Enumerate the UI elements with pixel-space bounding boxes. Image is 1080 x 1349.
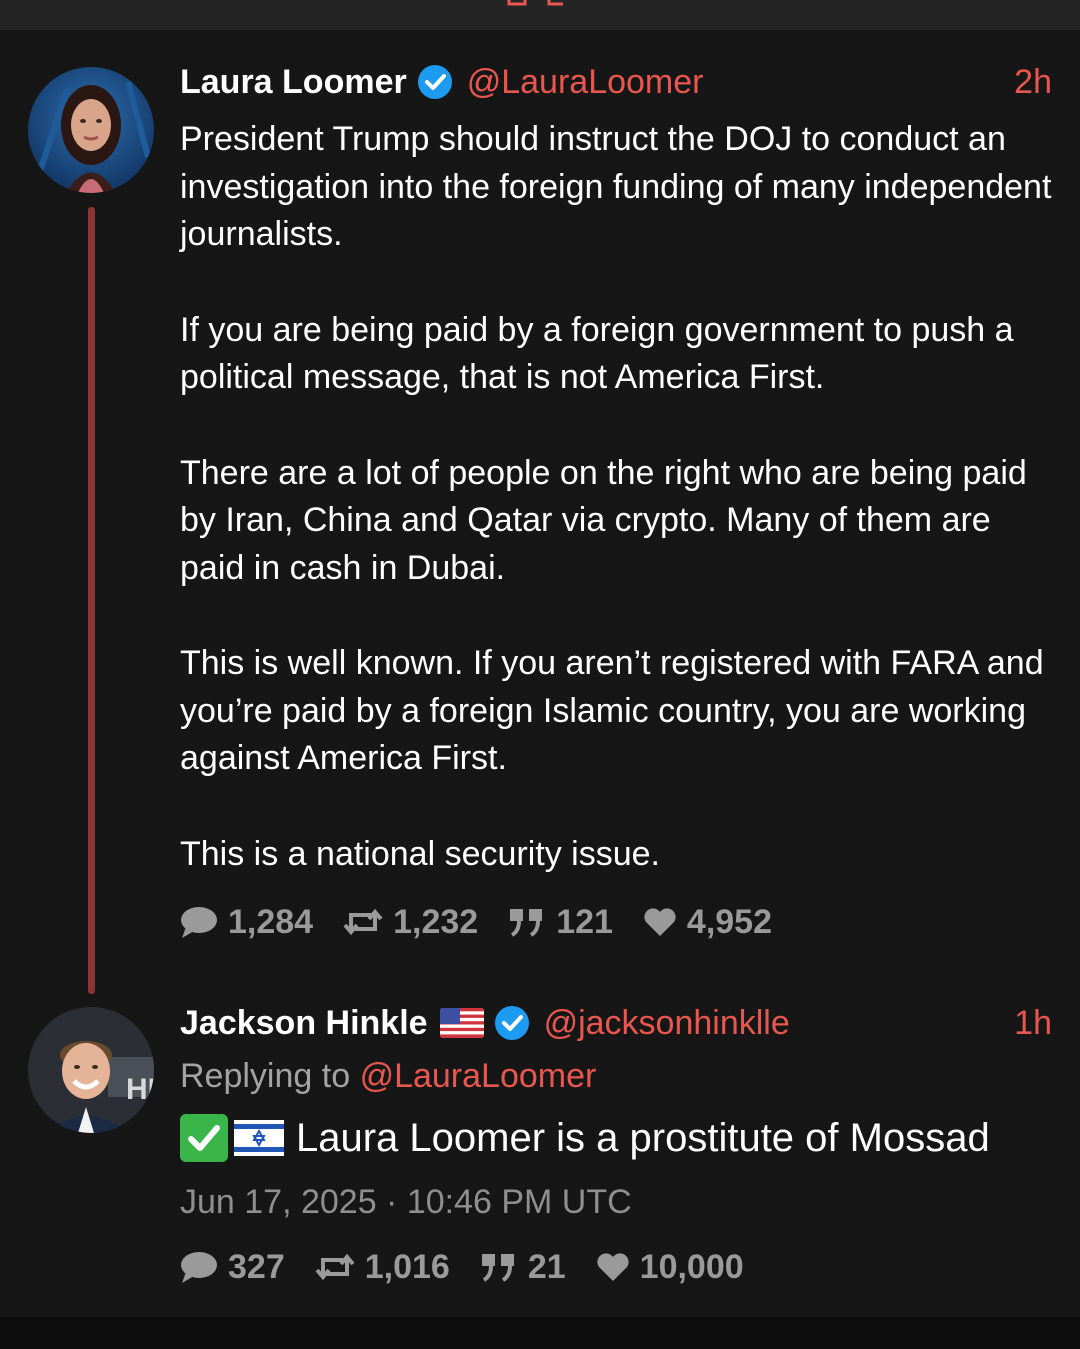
thread-connector-line [88, 207, 95, 994]
tweet2-body: Laura Loomer is a prostitute of Mossad [180, 1112, 990, 1164]
avatar-jackson-hinkle[interactable]: HB [28, 1007, 154, 1133]
quote-icon [481, 1254, 514, 1282]
like-count-value: 4,952 [686, 902, 773, 941]
verified-badge-icon [494, 1006, 529, 1040]
israel-flag-emoji [234, 1120, 284, 1156]
heart-icon [597, 1253, 629, 1281]
verified-badge-icon [417, 65, 452, 99]
replying-prefix: Replying to [180, 1057, 351, 1095]
partial-icon [507, 0, 563, 6]
like-count[interactable]: 4,952 [643, 903, 772, 942]
retweet-icon [343, 908, 383, 936]
reply-count-value: 327 [228, 1247, 285, 1286]
quote-count[interactable]: 21 [480, 1248, 566, 1287]
tweet2-header: Jackson Hinkle @jacksonhinklle [180, 1001, 790, 1045]
comment-bubble-icon [181, 907, 217, 938]
author-handle[interactable]: @LauraLoomer [467, 63, 704, 102]
retweet-count-value: 1,016 [364, 1247, 450, 1286]
bottom-bar [0, 1317, 1080, 1349]
quote-count[interactable]: 121 [508, 903, 613, 942]
tweet2-stats: 327 1,016 21 10,000 [180, 1245, 774, 1289]
tweet-paragraph: This is well known. If you aren’t regist… [180, 644, 1044, 777]
tweet-datetime[interactable]: Jun 17, 2025 · 10:46 PM UTC [180, 1180, 632, 1224]
tweet-time[interactable]: 2h [1014, 60, 1052, 104]
author-name[interactable]: Jackson Hinkle [180, 1004, 428, 1043]
tweet-paragraph: If you are being paid by a foreign gover… [180, 310, 1014, 397]
tweet-time[interactable]: 1h [1014, 1001, 1052, 1045]
replying-handle-link[interactable]: @LauraLoomer [360, 1057, 597, 1095]
tweet-paragraph: There are a lot of people on the right w… [180, 453, 1027, 587]
tweet-paragraph: President Trump should instruct the DOJ … [180, 120, 1052, 253]
quote-count-value: 21 [527, 1247, 566, 1286]
quote-count-value: 121 [556, 902, 613, 941]
retweet-icon [315, 1253, 355, 1281]
tweet1-stats: 1,284 1,232 121 4,952 [180, 900, 802, 944]
quote-icon [510, 909, 543, 937]
check-mark-emoji [180, 1114, 228, 1162]
tweet1-header: Laura Loomer @LauraLoomer [180, 60, 703, 104]
us-flag-emoji [439, 1008, 484, 1038]
reply-count[interactable]: 1,284 [180, 903, 313, 942]
author-name[interactable]: Laura Loomer [180, 63, 407, 102]
retweet-count-value: 1,232 [393, 902, 479, 941]
reply-count-value: 1,284 [228, 902, 314, 941]
author-handle[interactable]: @jacksonhinklle [544, 1004, 790, 1043]
tweet1-body: President Trump should instruct the DOJ … [180, 116, 1060, 878]
tweet-paragraph: This is a national security issue. [180, 834, 660, 873]
comment-bubble-icon [181, 1252, 217, 1283]
like-count[interactable]: 10,000 [596, 1248, 744, 1287]
retweet-count[interactable]: 1,016 [315, 1248, 450, 1287]
avatar-laura-loomer[interactable] [28, 67, 154, 193]
heart-icon [644, 908, 676, 936]
replying-to: Replying to @LauraLoomer [180, 1054, 596, 1098]
retweet-count[interactable]: 1,232 [343, 903, 478, 942]
like-count-value: 10,000 [639, 1247, 744, 1286]
top-bar [0, 0, 1080, 30]
reply-text: Laura Loomer is a prostitute of Mossad [296, 1115, 990, 1160]
reply-count[interactable]: 327 [180, 1248, 285, 1287]
